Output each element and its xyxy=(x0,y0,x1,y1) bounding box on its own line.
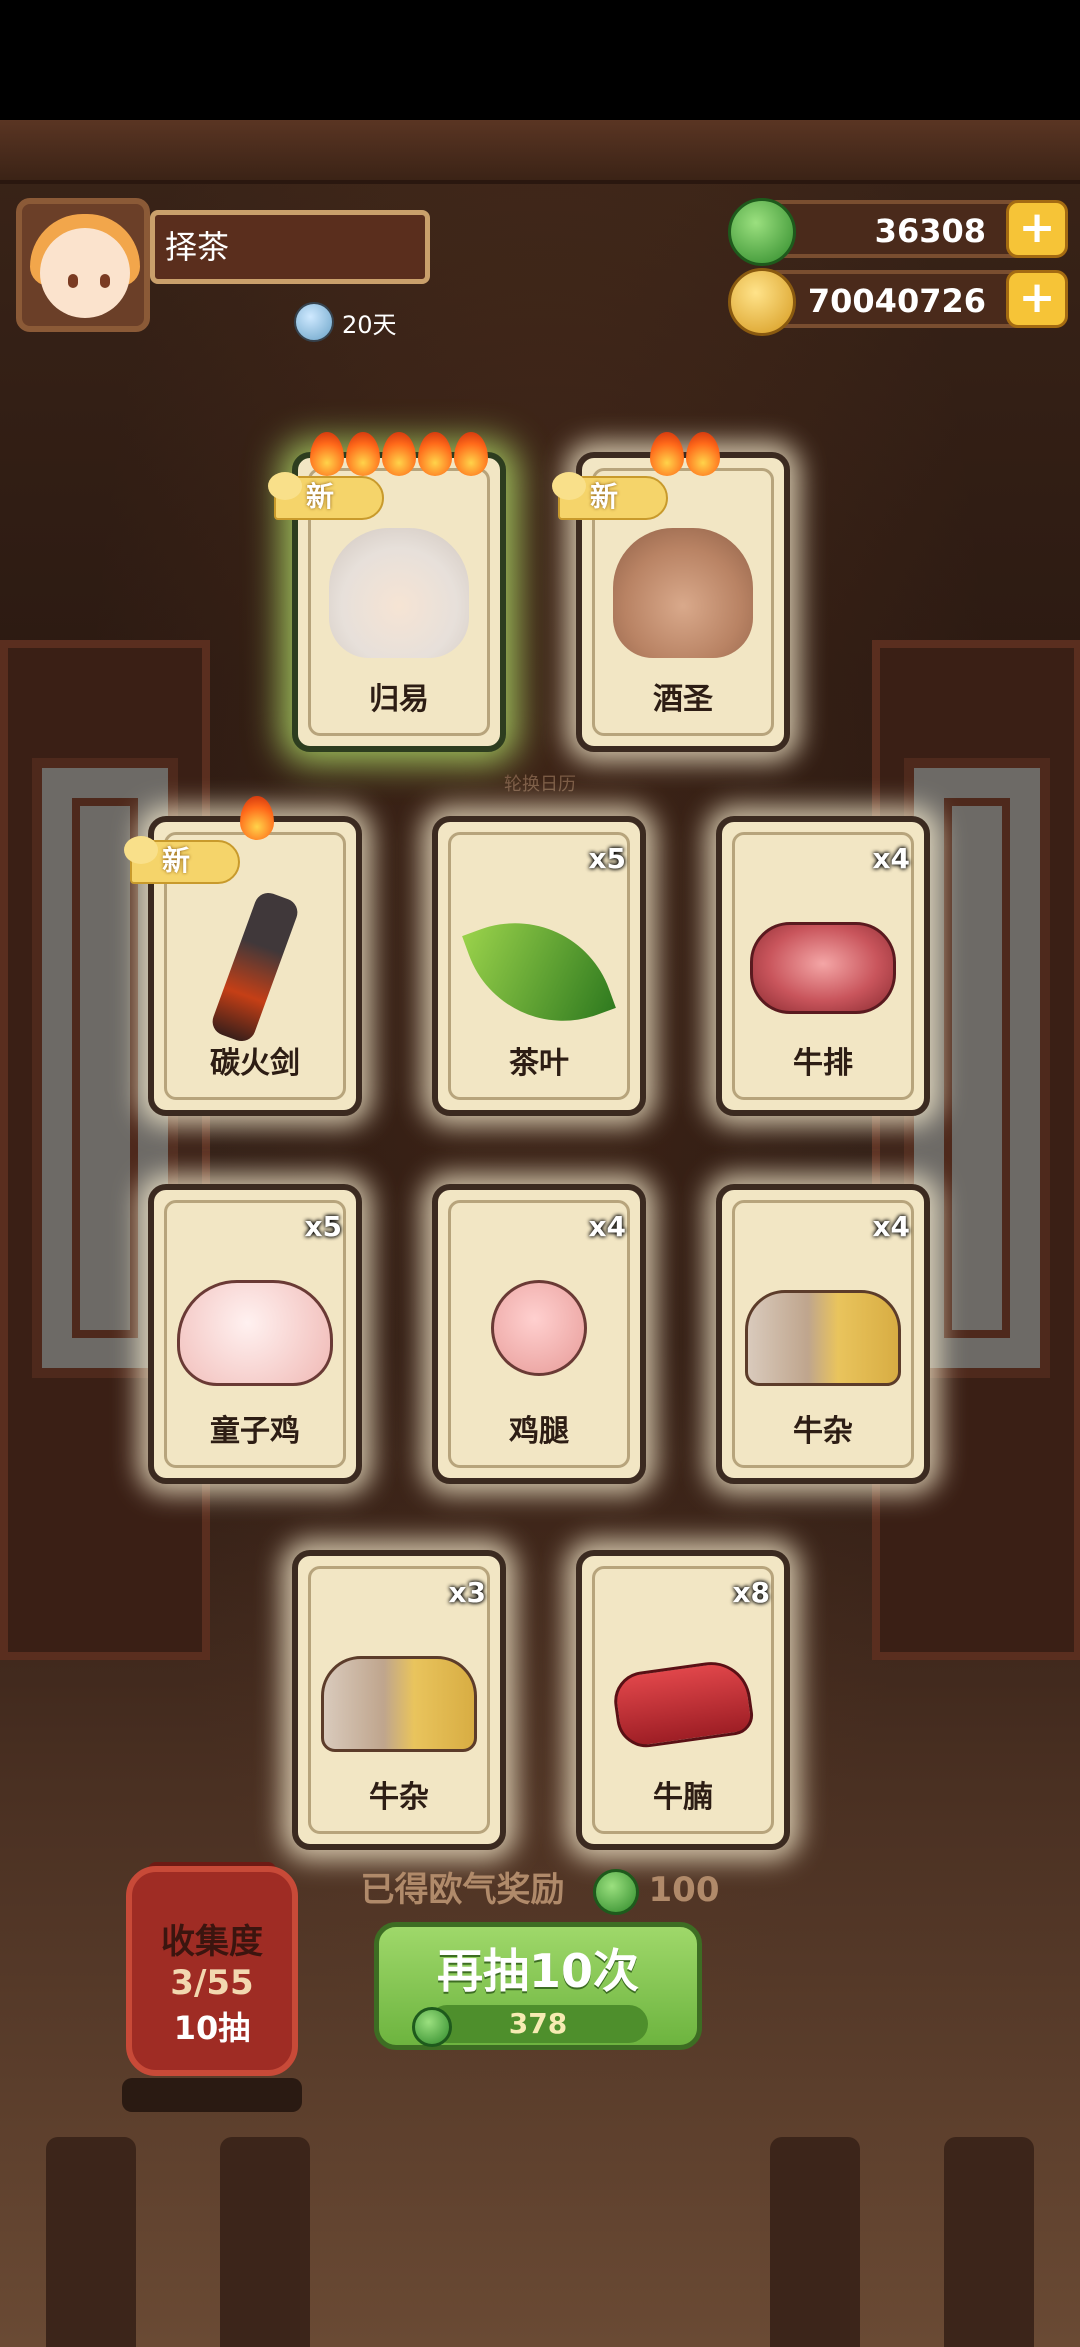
chicken-icon xyxy=(177,1280,333,1386)
card-label: 茶叶 xyxy=(509,1046,569,1081)
days-counter: 20天 xyxy=(294,302,397,342)
drumstick-icon xyxy=(491,1280,587,1376)
fence-post xyxy=(46,2137,136,2347)
card-label: 碳火剑 xyxy=(210,1046,300,1081)
item-card[interactable]: x8 牛腩 xyxy=(576,1550,790,1850)
character-card[interactable]: 新 酒圣 xyxy=(552,432,790,752)
beef-brisket-icon xyxy=(610,1656,756,1752)
collection-count: 3/55 xyxy=(170,1963,254,2003)
flame-icon xyxy=(346,432,380,476)
flame-icon xyxy=(650,432,684,476)
roof-beam xyxy=(0,120,1080,184)
rarity-flames xyxy=(582,432,784,476)
item-card[interactable]: x5 茶叶 xyxy=(432,816,646,1116)
card-quantity: x4 xyxy=(588,1210,626,1243)
fence-post xyxy=(770,2137,860,2347)
tea-leaf-icon xyxy=(462,895,616,1049)
days-value: 20天 xyxy=(342,310,397,339)
beef-offal-icon xyxy=(321,1656,477,1752)
card-label: 鸡腿 xyxy=(509,1414,569,1449)
item-card[interactable]: 新 碳火剑 xyxy=(124,796,362,1116)
gold-coin-icon xyxy=(728,268,796,336)
item-card[interactable]: x4 牛排 xyxy=(716,816,930,1116)
draw-cost: 378 xyxy=(412,2005,648,2047)
card-quantity: x5 xyxy=(588,842,626,875)
flame-icon xyxy=(382,432,416,476)
item-card[interactable]: x3 牛杂 xyxy=(292,1550,506,1850)
draw-again-button[interactable]: 再抽10次 378 xyxy=(374,1922,702,2050)
card-label: 酒圣 xyxy=(653,682,713,717)
collection-lantern[interactable]: 收集度 3/55 10抽 xyxy=(126,1866,298,2076)
card-quantity: x4 xyxy=(872,842,910,875)
draw-button-label: 再抽10次 xyxy=(436,1944,639,1998)
steak-icon xyxy=(750,922,896,1014)
flame-icon xyxy=(240,796,274,840)
lantern-base xyxy=(122,2078,302,2112)
flame-icon xyxy=(686,432,720,476)
gold-amount: 70040726 xyxy=(807,282,986,320)
reward-value: 100 xyxy=(648,1870,720,1910)
new-badge: 新 xyxy=(124,836,240,884)
card-quantity: x3 xyxy=(448,1576,486,1609)
card-label: 牛杂 xyxy=(369,1780,429,1815)
rarity-flames xyxy=(154,796,356,840)
card-label: 牛杂 xyxy=(793,1414,853,1449)
calendar-bowl-icon xyxy=(294,302,334,342)
card-label: 牛腩 xyxy=(653,1780,713,1815)
charcoal-sword-icon xyxy=(208,888,302,1046)
add-jade-button[interactable]: + xyxy=(1006,200,1068,258)
character-card[interactable]: 新 归易 xyxy=(268,432,506,752)
jade-coin-icon xyxy=(592,1868,639,1915)
background-sign: 轮换日历 xyxy=(504,774,576,795)
item-card[interactable]: x4 鸡腿 xyxy=(432,1184,646,1484)
card-label: 童子鸡 xyxy=(210,1414,300,1449)
flame-icon xyxy=(454,432,488,476)
card-quantity: x4 xyxy=(872,1210,910,1243)
draw-cost-value: 378 xyxy=(508,2007,568,2040)
card-label: 归易 xyxy=(369,682,429,717)
flame-icon xyxy=(310,432,344,476)
character-portrait xyxy=(613,528,753,658)
jade-coin-icon xyxy=(412,2007,452,2047)
fence-post xyxy=(220,2137,310,2347)
collection-title: 收集度 xyxy=(161,1922,263,1962)
player-name: 择茶 xyxy=(150,210,430,284)
item-card[interactable]: x5 童子鸡 xyxy=(148,1184,362,1484)
new-badge: 新 xyxy=(552,472,668,520)
beef-offal-icon xyxy=(745,1290,901,1386)
jade-amount: 36308 xyxy=(874,212,986,250)
player-avatar[interactable] xyxy=(16,198,150,332)
collection-draws: 10抽 xyxy=(173,2009,251,2047)
card-quantity: x5 xyxy=(304,1210,342,1243)
reward-text: 已得欧气奖励 xyxy=(360,1870,565,1910)
flame-icon xyxy=(418,432,452,476)
add-gold-button[interactable]: + xyxy=(1006,270,1068,328)
fence-post xyxy=(944,2137,1034,2347)
item-card[interactable]: x4 牛杂 xyxy=(716,1184,930,1484)
card-label: 牛排 xyxy=(793,1046,853,1081)
status-bar xyxy=(0,0,1080,120)
jade-coin-icon xyxy=(728,198,796,266)
gold-currency: 70040726 + xyxy=(728,268,1068,336)
jade-currency: 36308 + xyxy=(728,198,1068,266)
rarity-flames xyxy=(298,432,500,476)
card-quantity: x8 xyxy=(732,1576,770,1609)
character-portrait xyxy=(329,528,469,658)
new-badge: 新 xyxy=(268,472,384,520)
